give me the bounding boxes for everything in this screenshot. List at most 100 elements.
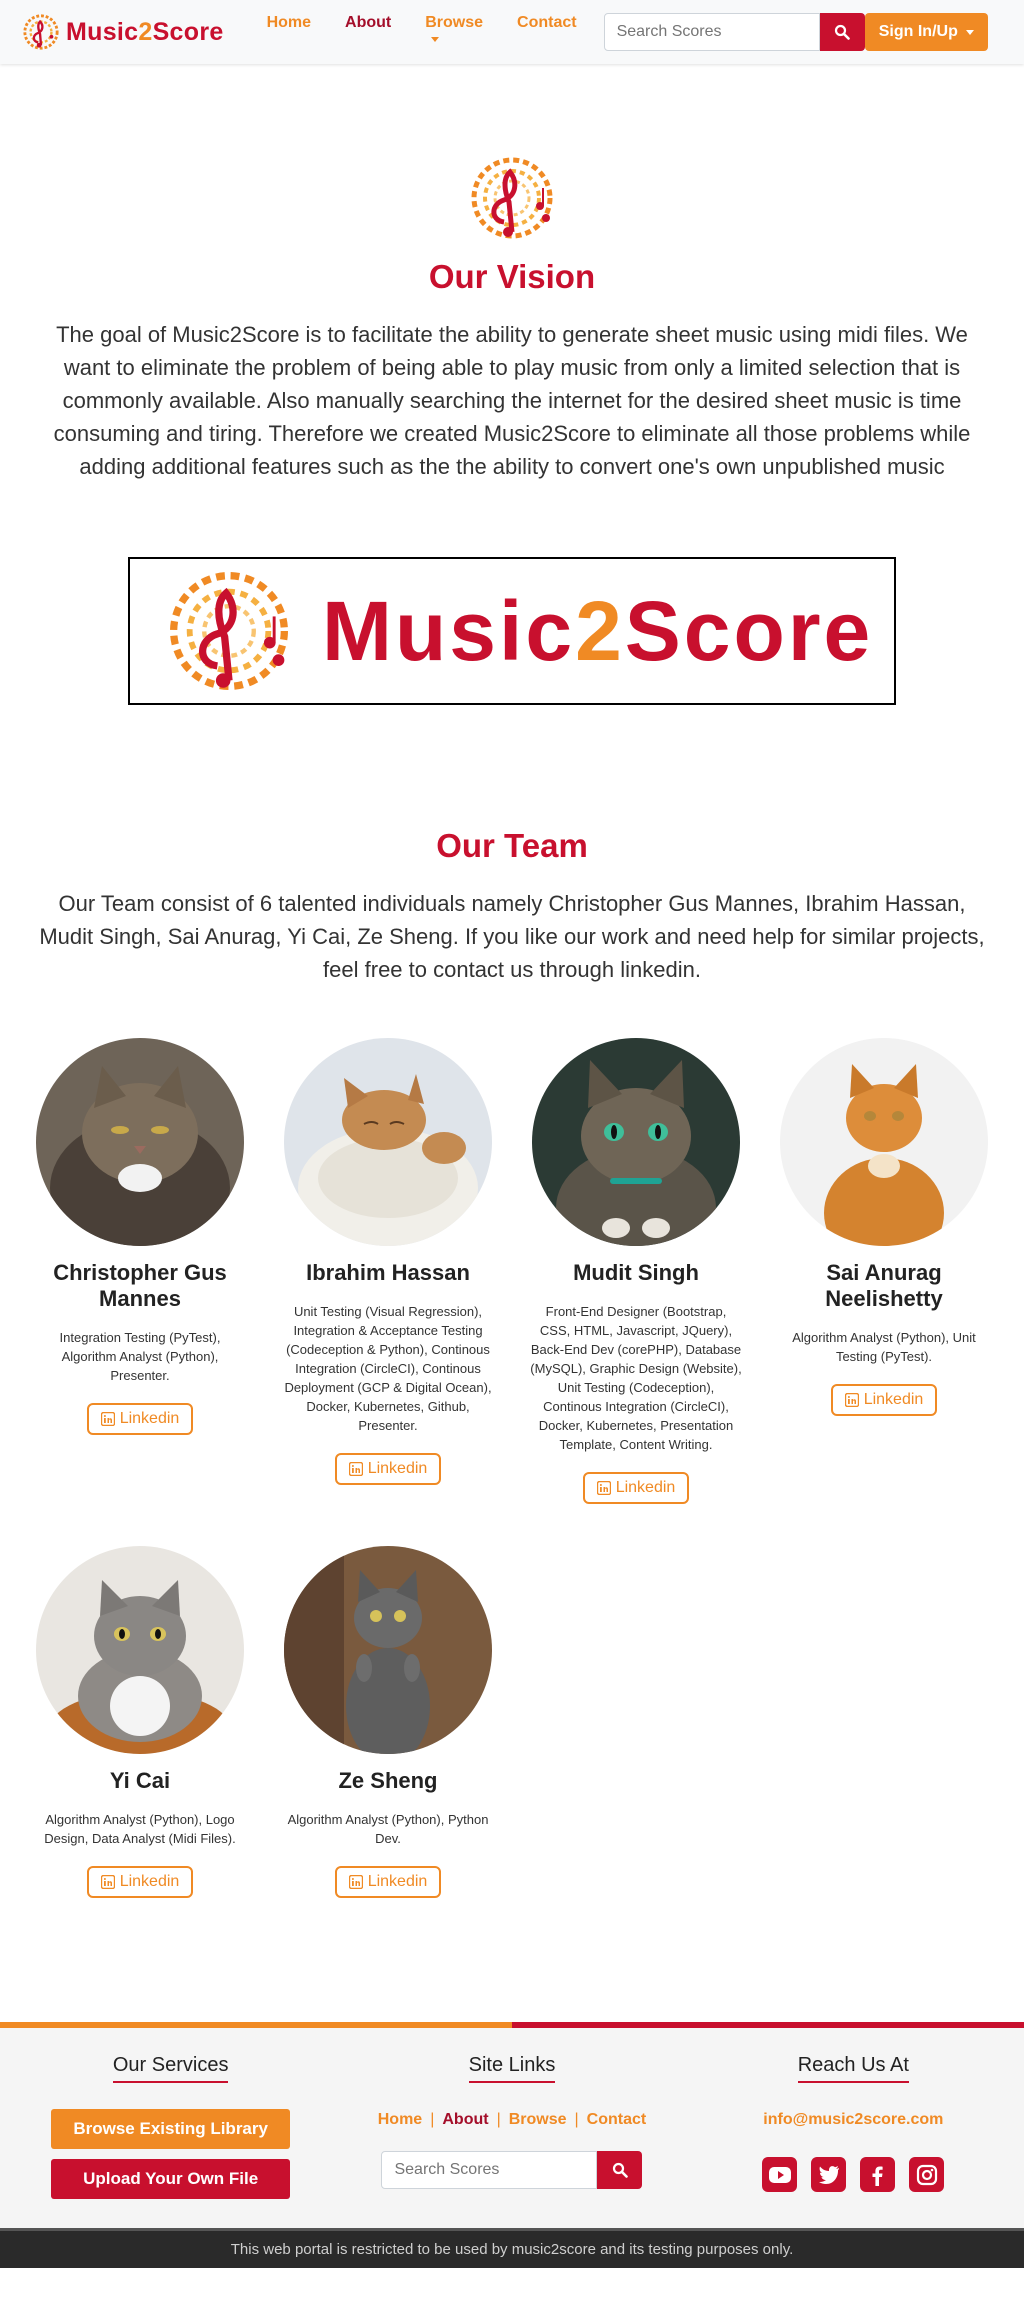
nav-link-contact[interactable]: Contact (500, 14, 594, 50)
services-title: Our Services (112, 2054, 229, 2083)
linkedin-icon (100, 1412, 115, 1426)
linkedin-label: Linkedin (615, 1479, 676, 1496)
link-separator: | (496, 2111, 501, 2128)
footer-search-input[interactable] (381, 2151, 598, 2189)
twitter-icon[interactable] (811, 2157, 847, 2192)
signin-dropdown-button[interactable]: Sign In/Up (864, 13, 988, 51)
avatar (780, 1038, 988, 1246)
footer-reach-us: Reach Us At info@music2score.com (683, 2054, 1024, 2228)
nav-links: Home About Browse Contact (250, 14, 594, 50)
linkedin-label: Linkedin (367, 1873, 428, 1890)
youtube-icon[interactable] (762, 2157, 798, 2192)
member-name: Yi Cai (109, 1768, 171, 1793)
search-icon (612, 2162, 628, 2178)
upload-file-button[interactable]: Upload Your Own File (51, 2159, 291, 2199)
vision-text: The goal of Music2Score is to facilitate… (53, 322, 971, 479)
member-role: Front-End Designer (Bootstrap, CSS, HTML… (530, 1304, 742, 1452)
member-name: Ibrahim Hassan (306, 1260, 470, 1285)
footer-disclaimer: This web portal is restricted to be used… (0, 2228, 1024, 2268)
signin-label: Sign In/Up (878, 23, 958, 40)
linkedin-button[interactable]: Linkedin (582, 1472, 690, 1504)
nav-search-button[interactable] (819, 13, 865, 51)
team-member-card: Christopher Gus Mannes Integration Testi… (16, 1038, 264, 1504)
brand[interactable]: Music2Score (22, 13, 224, 51)
search-icon (834, 24, 850, 40)
avatar (36, 1038, 244, 1246)
team-member-card: Ibrahim Hassan Unit Testing (Visual Regr… (264, 1038, 512, 1504)
footer-search-button[interactable] (597, 2151, 643, 2189)
team-title: Our Team (436, 827, 588, 864)
team-member-card: Yi Cai Algorithm Analyst (Python), Logo … (16, 1546, 264, 1898)
nav-search-form (603, 13, 865, 51)
member-role: Algorithm Analyst (Python), Logo Design,… (44, 1812, 236, 1846)
team-text: Our Team consist of 6 talented individua… (39, 891, 985, 982)
member-role: Integration Testing (PyTest), Algorithm … (59, 1330, 221, 1383)
nav-link-browse[interactable]: Browse (408, 14, 500, 50)
linkedin-icon (348, 1875, 363, 1889)
member-name: Christopher Gus Mannes (53, 1260, 227, 1311)
linkedin-label: Linkedin (367, 1460, 428, 1477)
linkedin-button[interactable]: Linkedin (86, 1866, 194, 1898)
avatar (532, 1038, 740, 1246)
link-separator: | (430, 2111, 435, 2128)
vision-section: Our Vision The goal of Music2Score is to… (0, 64, 1024, 705)
site-links-title: Site Links (468, 2054, 556, 2083)
nav-search-input[interactable] (603, 13, 820, 51)
linkedin-label: Linkedin (119, 1873, 180, 1890)
vision-title: Our Vision (428, 258, 596, 295)
linkedin-label: Linkedin (119, 1410, 180, 1427)
avatar (36, 1546, 244, 1754)
member-role: Algorithm Analyst (Python), Python Dev. (287, 1812, 489, 1846)
music-logo-icon (23, 14, 59, 50)
brand-name: Music2Score (66, 17, 224, 46)
footer-site-links: Site Links Home | About | Browse | Conta… (341, 2054, 682, 2228)
member-role: Algorithm Analyst (Python), Unit Testing… (792, 1330, 976, 1364)
team-member-card: Mudit Singh Front-End Designer (Bootstra… (512, 1038, 760, 1504)
music2score-banner: Music2Score (128, 557, 896, 705)
footer-accent-bar (0, 2022, 1024, 2028)
footer-services: Our Services Browse Existing Library Upl… (0, 2054, 341, 2228)
team-section: Our Team Our Team consist of 6 talented … (0, 705, 1024, 1898)
instagram-icon[interactable] (909, 2157, 945, 2192)
footer-link-contact[interactable]: Contact (587, 2111, 647, 2129)
chevron-down-icon (965, 29, 974, 35)
linkedin-button[interactable]: Linkedin (830, 1384, 938, 1416)
facebook-icon[interactable] (860, 2157, 896, 2192)
linkedin-button[interactable]: Linkedin (334, 1866, 442, 1898)
member-name: Sai Anurag Neelishetty (825, 1260, 943, 1311)
footer-link-browse[interactable]: Browse (509, 2111, 567, 2129)
contact-email-link[interactable]: info@music2score.com (763, 2111, 943, 2129)
linkedin-icon (596, 1481, 611, 1495)
linkedin-icon (100, 1875, 115, 1889)
footer-link-home[interactable]: Home (378, 2111, 422, 2129)
nav-link-home[interactable]: Home (250, 14, 328, 50)
linkedin-button[interactable]: Linkedin (334, 1453, 442, 1485)
linkedin-icon (348, 1462, 363, 1476)
team-member-card: Sai Anurag Neelishetty Algorithm Analyst… (760, 1038, 1008, 1504)
nav-link-browse-label: Browse (425, 14, 484, 31)
navbar: Music2Score Home About Browse Contact Si… (0, 0, 1024, 64)
banner-title: Music2Score (322, 583, 874, 678)
reach-us-title: Reach Us At (797, 2054, 909, 2083)
avatar (284, 1546, 492, 1754)
footer-search-form (381, 2151, 643, 2189)
music-logo-icon (471, 157, 553, 239)
linkedin-button[interactable]: Linkedin (86, 1403, 194, 1435)
footer: Our Services Browse Existing Library Upl… (0, 2022, 1024, 2268)
link-separator: | (574, 2111, 579, 2128)
member-name: Mudit Singh (573, 1260, 699, 1285)
member-role: Unit Testing (Visual Regression), Integr… (284, 1304, 492, 1433)
avatar (284, 1038, 492, 1246)
footer-links: Home | About | Browse | Contact (378, 2111, 646, 2129)
footer-main: Our Services Browse Existing Library Upl… (0, 2028, 1024, 2228)
linkedin-label: Linkedin (863, 1391, 924, 1408)
chevron-down-icon (431, 37, 440, 42)
member-name: Ze Sheng (338, 1768, 438, 1793)
linkedin-icon (844, 1393, 859, 1407)
nav-link-about[interactable]: About (328, 14, 408, 50)
social-links (762, 2157, 945, 2192)
browse-library-button[interactable]: Browse Existing Library (51, 2109, 291, 2149)
team-member-card: Ze Sheng Algorithm Analyst (Python), Pyt… (264, 1546, 512, 1898)
footer-link-about[interactable]: About (442, 2111, 488, 2129)
music-logo-icon (170, 572, 288, 690)
